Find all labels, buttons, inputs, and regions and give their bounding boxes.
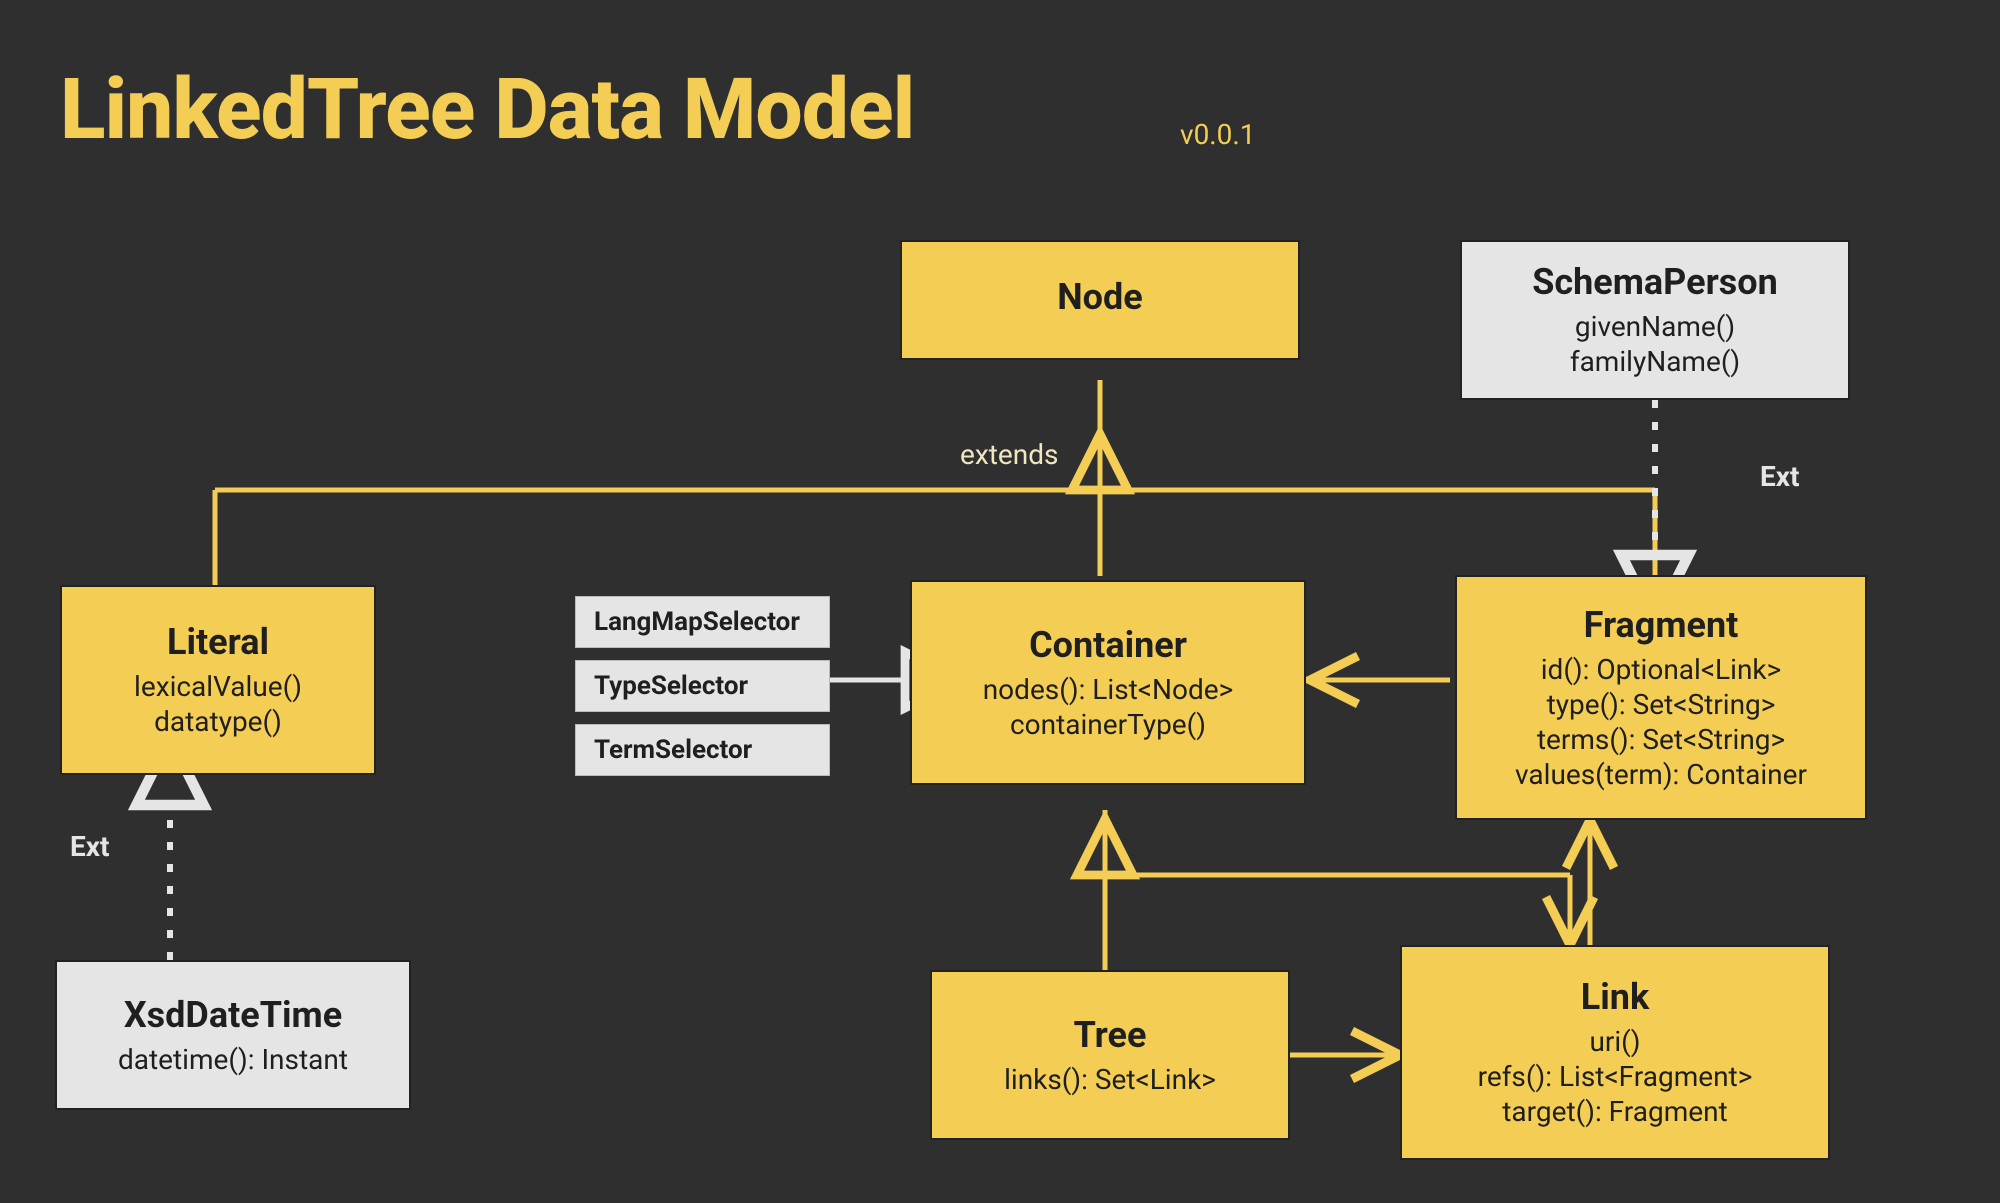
box-link-line-1: refs(): List<Fragment> xyxy=(1478,1059,1753,1094)
box-schema-person-line-1: familyName() xyxy=(1570,344,1740,379)
box-xsd-datetime: XsdDateTime datetime(): Instant xyxy=(55,960,411,1110)
box-link: Link uri() refs(): List<Fragment> target… xyxy=(1400,945,1830,1160)
ext-label-2: Ext xyxy=(70,830,109,863)
box-fragment: Fragment id(): Optional<Link> type(): Se… xyxy=(1455,575,1867,820)
box-node-name: Node xyxy=(1057,276,1142,318)
box-literal: Literal lexicalValue() datatype() xyxy=(60,585,376,775)
box-schema-person-line-0: givenName() xyxy=(1575,309,1735,344)
chip-type-selector: TypeSelector xyxy=(575,660,830,712)
box-schema-person-name: SchemaPerson xyxy=(1532,261,1778,303)
box-literal-name: Literal xyxy=(167,621,269,663)
box-xsd-datetime-line-0: datetime(): Instant xyxy=(118,1042,348,1077)
box-fragment-line-3: values(term): Container xyxy=(1515,757,1807,792)
box-fragment-line-1: type(): Set<String> xyxy=(1547,687,1776,722)
box-link-line-0: uri() xyxy=(1589,1024,1640,1059)
box-link-name: Link xyxy=(1581,976,1649,1018)
box-literal-line-1: datatype() xyxy=(154,704,282,739)
box-tree: Tree links(): Set<Link> xyxy=(930,970,1290,1140)
box-container-name: Container xyxy=(1029,624,1187,666)
box-node: Node xyxy=(900,240,1300,360)
box-fragment-line-0: id(): Optional<Link> xyxy=(1541,652,1782,687)
box-link-line-2: target(): Fragment xyxy=(1502,1094,1727,1129)
box-tree-name: Tree xyxy=(1074,1014,1147,1056)
ext-label-1: Ext xyxy=(1760,460,1799,493)
box-tree-line-0: links(): Set<Link> xyxy=(1004,1062,1216,1097)
box-literal-line-0: lexicalValue() xyxy=(134,669,302,704)
diagram-version: v0.0.1 xyxy=(1180,118,1256,151)
chip-term-selector: TermSelector xyxy=(575,724,830,776)
extends-label: extends xyxy=(960,438,1058,471)
box-container-line-0: nodes(): List<Node> xyxy=(983,672,1234,707)
box-xsd-datetime-name: XsdDateTime xyxy=(124,994,342,1036)
chip-langmap-selector: LangMapSelector xyxy=(575,596,830,648)
box-fragment-line-2: terms(): Set<String> xyxy=(1537,722,1785,757)
box-container-line-1: containerType() xyxy=(1010,707,1206,742)
box-fragment-name: Fragment xyxy=(1584,604,1739,646)
box-container: Container nodes(): List<Node> containerT… xyxy=(910,580,1306,785)
box-schema-person: SchemaPerson givenName() familyName() xyxy=(1460,240,1850,400)
diagram-title: LinkedTree Data Model xyxy=(60,60,914,159)
